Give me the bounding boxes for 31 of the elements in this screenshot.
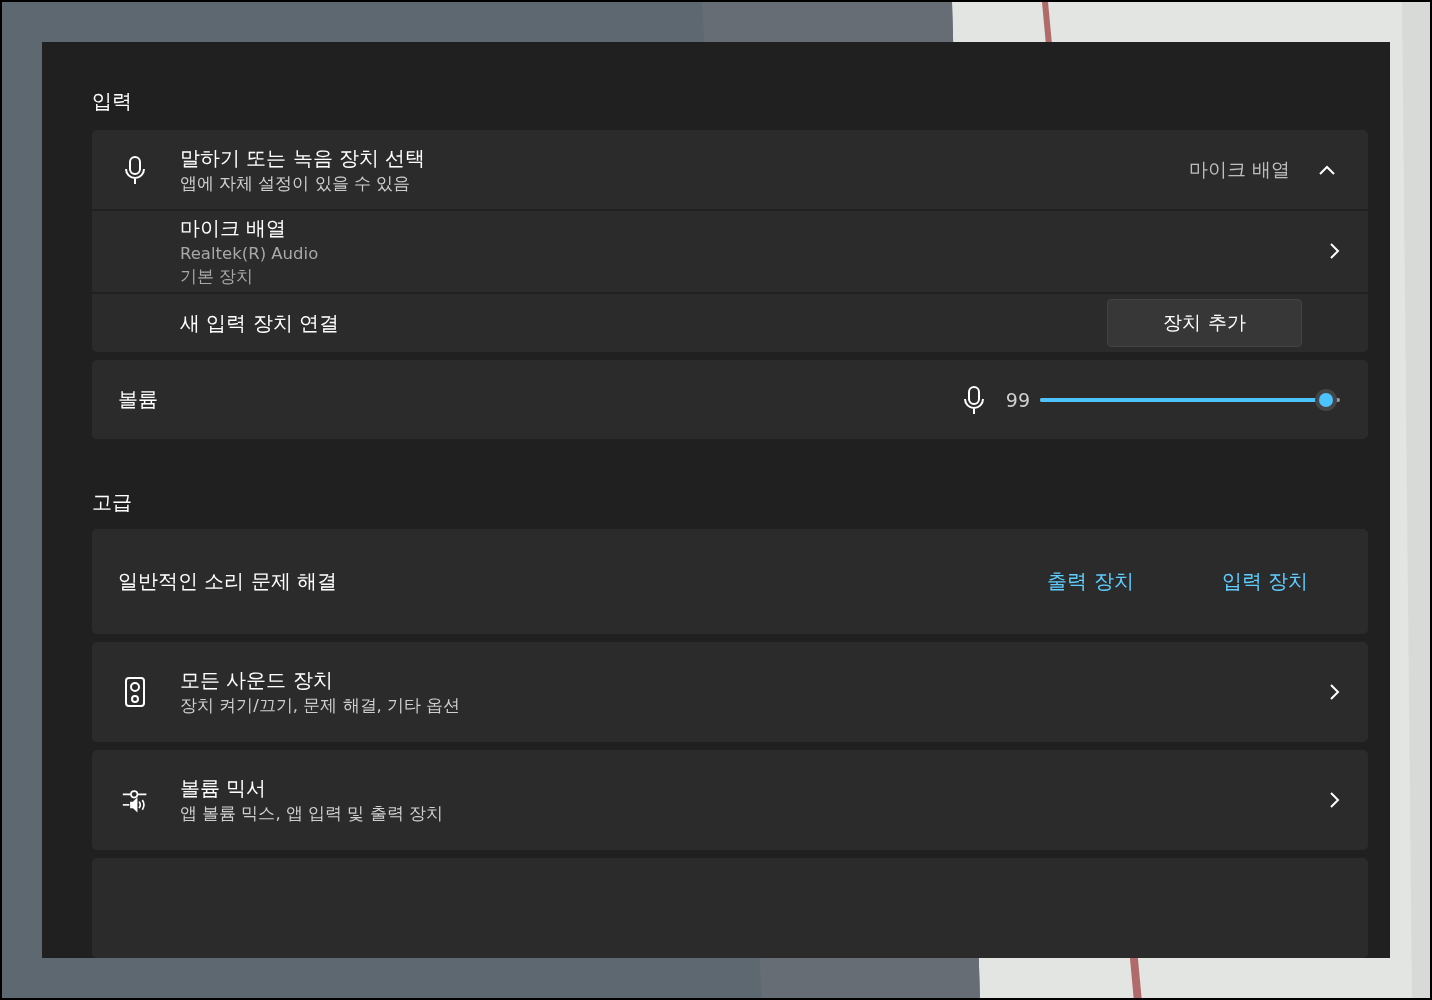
chevron-right-icon — [1328, 791, 1340, 809]
setting-title: 말하기 또는 녹음 장치 선택 — [180, 144, 427, 172]
troubleshoot-link[interactable]: 출력 장치 — [1047, 568, 1134, 595]
chevron-right-icon — [1328, 242, 1340, 261]
setting-description: 앱에 자체 설정이 있을 수 있음 — [180, 172, 412, 195]
chevron-up-icon — [1318, 163, 1336, 176]
setting-description: 앱 볼륨 믹스, 앱 입력 및 출력 장치 — [180, 803, 444, 825]
section-heading: 입력 — [92, 88, 133, 115]
microphone-icon — [123, 154, 147, 185]
volume-value: 99 — [1005, 388, 1030, 411]
setting-description: 장치 켜기/끄기, 문제 해결, 기타 옵션 — [180, 695, 462, 717]
chevron-right-icon — [1328, 683, 1340, 701]
setting-title: 볼륨 — [118, 386, 159, 414]
device-row[interactable]: 마이크 배열 Realtek(R) Audio 기본 장치 — [92, 211, 1368, 292]
device-driver: Realtek(R) Audio — [180, 242, 320, 265]
settings-row[interactable]: 모든 사운드 장치 장치 켜기/끄기, 문제 해결, 기타 옵션 — [92, 642, 1368, 742]
volume-slider[interactable] — [1040, 388, 1340, 411]
microphone-icon — [961, 384, 986, 415]
speaker-icon — [124, 676, 146, 708]
add-device-button[interactable]: 장치 추가 — [1107, 299, 1302, 348]
troubleshoot-link[interactable]: 입력 장치 — [1221, 568, 1308, 595]
selected-device: 마이크 배열 — [1188, 156, 1290, 182]
device-status: 기본 장치 — [180, 265, 255, 288]
section-heading: 고급 — [92, 489, 133, 516]
setting-title: 볼륨 믹서 — [180, 775, 268, 802]
setting-title: 모든 사운드 장치 — [180, 667, 334, 694]
device-select-row[interactable]: 말하기 또는 녹음 장치 선택 앱에 자체 설정이 있을 수 있음 마이크 배열 — [92, 130, 1368, 210]
device-name: 마이크 배열 — [180, 214, 288, 242]
settings-row[interactable]: 볼륨 믹서 앱 볼륨 믹스, 앱 입력 및 출력 장치 — [92, 750, 1368, 850]
setting-title: 일반적인 소리 문제 해결 — [118, 568, 339, 595]
setting-title: 새 입력 장치 연결 — [180, 309, 341, 337]
